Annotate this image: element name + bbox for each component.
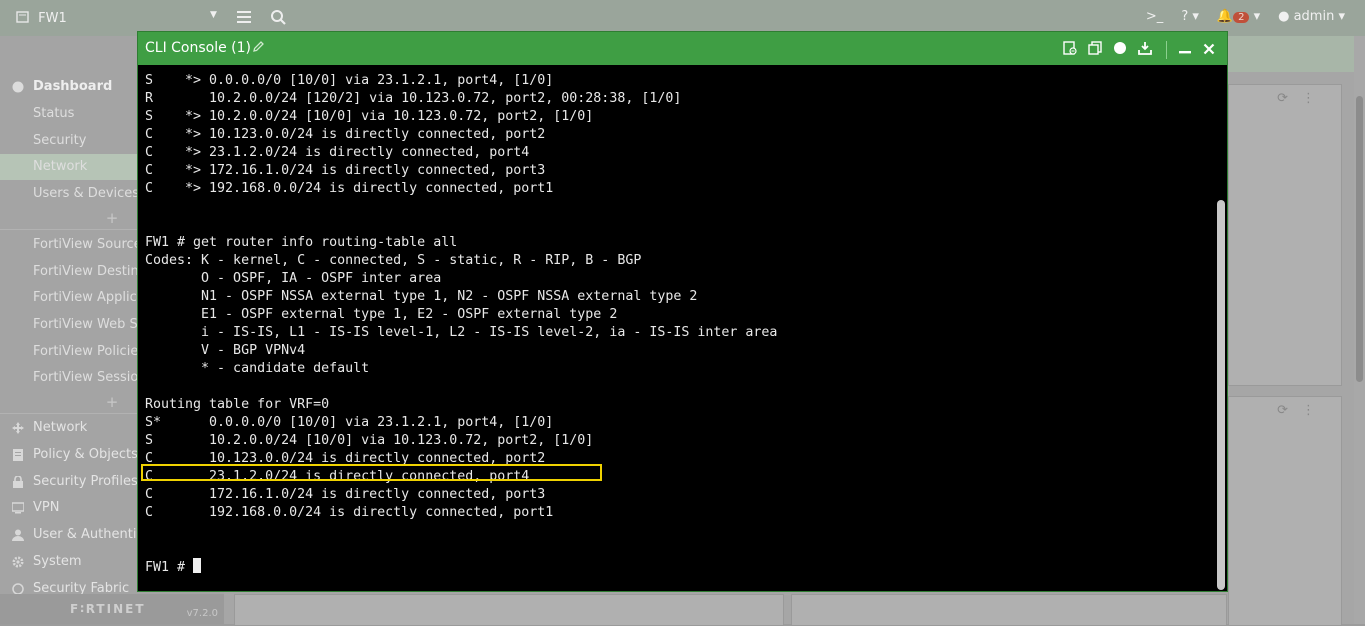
terminal-line: S* 0.0.0.0/0 [10/0] via 23.1.2.1, port4,… — [145, 415, 554, 430]
terminal-line: Codes: K - kernel, C - connected, S - st… — [145, 253, 642, 268]
refresh-icon[interactable]: ⟳ — [1277, 403, 1302, 418]
hostname-label: FW1 — [38, 11, 67, 26]
widget-panel: ⟳⋮ — [1228, 396, 1342, 626]
record-icon[interactable] — [1113, 40, 1127, 59]
widget-panel — [234, 594, 784, 626]
network-icon — [12, 422, 24, 434]
help-icon[interactable]: ? ▾ — [1181, 9, 1199, 24]
document-icon — [13, 449, 23, 461]
download-icon[interactable] — [1138, 40, 1152, 59]
lock-icon — [13, 476, 23, 488]
page-scrollbar-thumb[interactable] — [1356, 96, 1363, 382]
highlight-box — [141, 464, 602, 481]
cli-console-window[interactable]: CLI Console (1) S *> 0.0.0.0/0 [10/0] vi… — [137, 31, 1228, 592]
terminal-line: i - IS-IS, L1 - IS-IS level-1, L2 - IS-I… — [145, 325, 778, 340]
notification-bell[interactable]: 🔔 2 ▾ — [1217, 9, 1260, 24]
user-icon — [12, 529, 24, 541]
search-icon[interactable] — [270, 9, 287, 26]
sidebar-item-label: Network — [33, 420, 88, 435]
terminal-line: * - candidate default — [145, 361, 370, 376]
sidebar-item-label: Status — [33, 106, 75, 121]
sidebar-item-label: Security Profiles — [33, 474, 138, 489]
refresh-icon[interactable]: ⟳ — [1277, 91, 1302, 106]
widget-panel — [791, 594, 1227, 626]
terminal-prompt[interactable]: FW1 # — [145, 558, 202, 577]
terminal-line: S *> 0.0.0.0/0 [10/0] via 23.1.2.1, port… — [145, 73, 554, 88]
terminal-line: O - OSPF, IA - OSPF inter area — [145, 271, 442, 286]
copy-icon[interactable] — [1088, 40, 1102, 59]
terminal-line: FW1 # get router info routing-table all — [145, 235, 458, 250]
more-options-icon[interactable]: ⋮ — [1302, 403, 1329, 418]
sidebar-item-label: VPN — [33, 500, 60, 515]
sidebar-item-label: Security — [33, 133, 87, 148]
console-actions — [1052, 40, 1215, 59]
gear-icon — [12, 556, 24, 568]
sidebar-item-label: Dashboard — [33, 79, 113, 94]
chevron-down-icon: ▼ — [210, 10, 217, 20]
widget-tools: ⟳⋮ — [1277, 91, 1329, 106]
clear-console-icon[interactable] — [1063, 40, 1077, 59]
prompt-text: FW1 # — [145, 560, 194, 575]
monitor-icon — [12, 502, 24, 514]
page-scrollbar[interactable] — [1354, 36, 1365, 624]
sidebar-item-label: FortiView Sources — [33, 237, 149, 252]
user-icon: ● — [1278, 9, 1290, 24]
console-title: CLI Console (1) — [145, 40, 252, 56]
user-name: admin — [1293, 9, 1335, 24]
terminal-output[interactable]: S *> 0.0.0.0/0 [10/0] via 23.1.2.1, port… — [138, 65, 1216, 591]
divider — [1166, 40, 1167, 59]
widget-tools: ⟳⋮ — [1277, 403, 1329, 418]
terminal-line: Routing table for VRF=0 — [145, 397, 330, 412]
notification-badge: 2 — [1233, 12, 1250, 23]
pencil-icon[interactable] — [252, 40, 265, 53]
hostname-selector[interactable]: FW1 ▼ — [16, 10, 217, 26]
terminal-line: V - BGP VPNv4 — [145, 343, 306, 358]
terminal-line: E1 - OSPF external type 1, E2 - OSPF ext… — [145, 307, 618, 322]
minimize-icon[interactable] — [1178, 40, 1192, 59]
sidebar-footer: F∶RTINET v7.2.0 — [0, 594, 224, 624]
text-cursor — [193, 558, 202, 573]
sidebar-item-label: FortiView Policies — [33, 344, 146, 359]
sidebar-item-label: Policy & Objects — [33, 447, 138, 462]
sidebar-item-label: Network — [33, 159, 88, 174]
device-icon — [16, 11, 29, 23]
terminal-line: C *> 172.16.1.0/24 is directly connected… — [145, 163, 546, 178]
terminal-line: C *> 192.168.0.0/24 is directly connecte… — [145, 181, 554, 196]
close-icon[interactable] — [1203, 40, 1215, 59]
sidebar-item-label: FortiView Sessions — [33, 370, 154, 385]
terminal-line: C *> 23.1.2.0/24 is directly connected, … — [145, 145, 530, 160]
sidebar-item-label: Users & Devices — [33, 186, 140, 201]
terminal-line: C 172.16.1.0/24 is directly connected, p… — [145, 487, 546, 502]
terminal-line: S *> 10.2.0.0/24 [10/0] via 10.123.0.72,… — [145, 109, 594, 124]
user-menu[interactable]: ● admin ▾ — [1278, 9, 1345, 24]
sidebar-item-label: System — [33, 554, 82, 569]
more-options-icon[interactable]: ⋮ — [1302, 91, 1329, 106]
console-titlebar[interactable]: CLI Console (1) — [138, 32, 1227, 65]
terminal-line: C 192.168.0.0/24 is directly connected, … — [145, 505, 554, 520]
terminal-line: C *> 10.123.0.0/24 is directly connected… — [145, 127, 546, 142]
fortinet-logo: F∶RTINET — [70, 602, 146, 616]
terminal-line: R 10.2.0.0/24 [120/2] via 10.123.0.72, p… — [145, 91, 682, 106]
widget-panel: ⟳⋮ — [1228, 84, 1342, 386]
terminal-line: N1 - OSPF NSSA external type 1, N2 - OSP… — [145, 289, 698, 304]
terminal-line: S 10.2.0.0/24 [10/0] via 10.123.0.72, po… — [145, 433, 594, 448]
hamburger-menu-icon[interactable] — [236, 9, 252, 25]
dashboard-icon — [12, 81, 24, 93]
cli-console-icon[interactable]: >_ — [1146, 9, 1163, 24]
console-scrollbar-thumb[interactable] — [1217, 200, 1225, 590]
version-label: v7.2.0 — [186, 608, 218, 619]
